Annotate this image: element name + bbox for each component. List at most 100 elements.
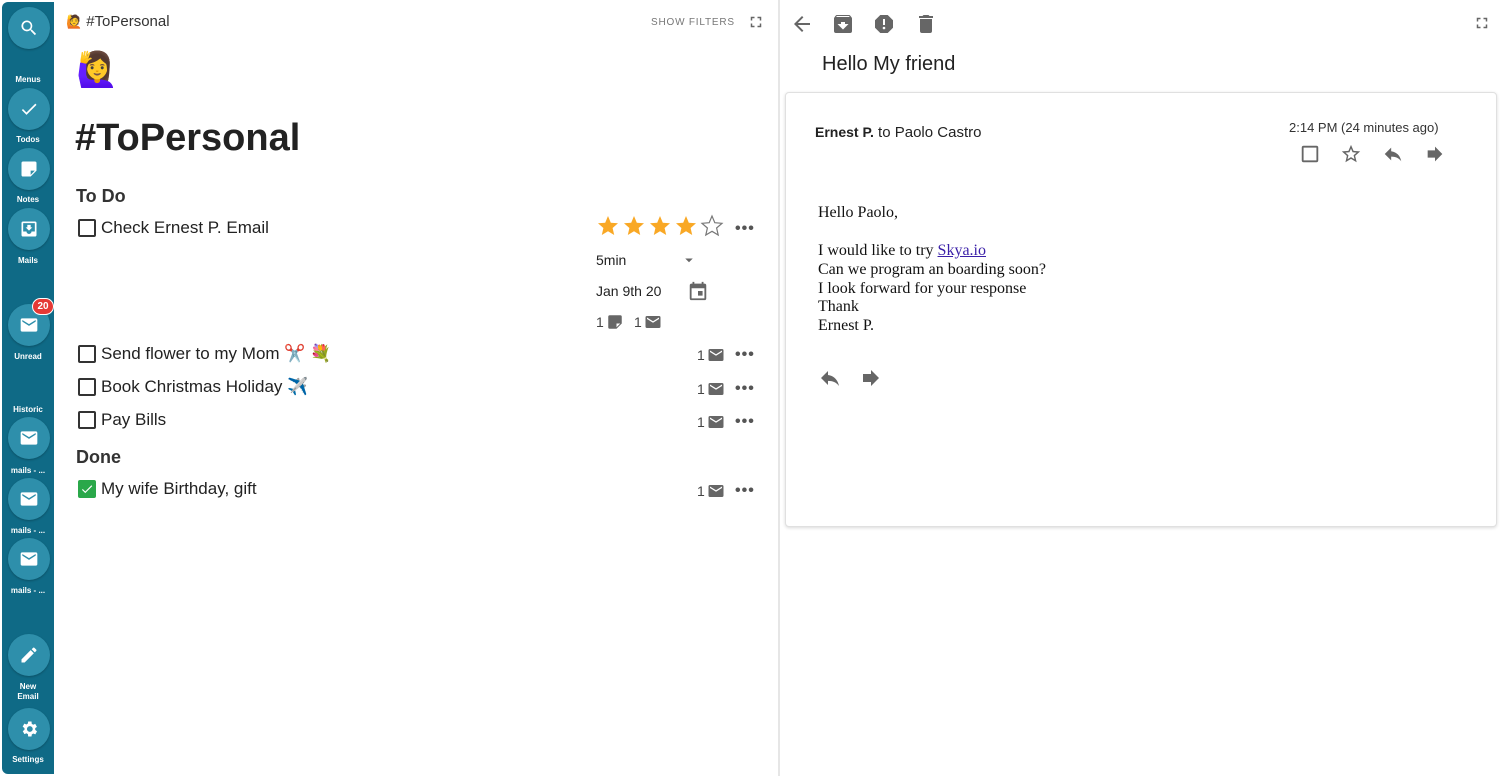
- mail-icon: [20, 492, 38, 506]
- history-mail-button-1[interactable]: [8, 417, 50, 459]
- star-button[interactable]: [1340, 143, 1362, 165]
- calendar-icon: [689, 281, 707, 301]
- todo-checkbox-checked[interactable]: [78, 480, 96, 498]
- date-picker-button[interactable]: [687, 280, 709, 302]
- todo-checkbox[interactable]: [78, 345, 96, 363]
- linked-mails-count[interactable]: 1: [697, 413, 726, 431]
- unread-label: Unread: [14, 352, 42, 361]
- linked-mails-count[interactable]: 1: [697, 346, 726, 364]
- star-filled-icon[interactable]: [648, 214, 672, 238]
- sender-name[interactable]: Ernest P.: [815, 124, 874, 140]
- mail-count: 1: [697, 483, 705, 499]
- mail-count: 1: [697, 414, 705, 430]
- skya-link[interactable]: Skya.io: [938, 242, 986, 259]
- todo-item[interactable]: Pay Bills: [78, 408, 166, 432]
- unread-count-badge: 20: [32, 298, 54, 315]
- linked-mails-count[interactable]: 1: [697, 482, 726, 500]
- list-header-title: #ToPersonal: [86, 13, 170, 30]
- linked-notes-count[interactable]: 1: [596, 313, 625, 331]
- mail-icon: [20, 318, 38, 332]
- mail-timestamp: 2:14 PM (24 minutes ago): [1289, 120, 1439, 135]
- todo-item[interactable]: Book Christmas Holiday ✈️: [78, 375, 308, 399]
- trash-icon: [919, 15, 933, 33]
- history-mail-button-3[interactable]: [8, 538, 50, 580]
- mail-from-line: Ernest P. to Paolo Castro: [815, 124, 981, 141]
- forward-bottom-button[interactable]: [858, 366, 884, 390]
- gear-icon: [22, 721, 37, 737]
- mail-body-greeting: Hello Paolo,: [818, 204, 898, 221]
- notes-label: Notes: [16, 195, 40, 204]
- todo-more-button[interactable]: •••: [735, 380, 755, 398]
- fullscreen-right-button[interactable]: [1473, 14, 1491, 32]
- done-section-heading: Done: [76, 447, 121, 467]
- settings-label: Settings: [12, 755, 44, 764]
- todo-label: Book Christmas Holiday ✈️: [101, 377, 309, 396]
- mail-body-line3: I look forward for your response: [818, 280, 1027, 297]
- mail-icon: [708, 349, 724, 361]
- linked-mails-count[interactable]: 1: [634, 313, 663, 331]
- todo-checkbox[interactable]: [78, 378, 96, 396]
- pencil-icon: [21, 647, 37, 663]
- star-filled-icon[interactable]: [596, 214, 620, 238]
- todo-more-button[interactable]: •••: [735, 482, 755, 500]
- todo-item[interactable]: Check Ernest P. Email: [78, 216, 269, 240]
- new-email-label: New Email: [2, 682, 54, 702]
- check-icon: [21, 103, 37, 115]
- select-checkbox-button[interactable]: [1299, 143, 1321, 165]
- mail-count: 1: [697, 347, 705, 363]
- rating-stars[interactable]: [596, 214, 724, 238]
- todo-section-heading: To Do: [76, 186, 126, 206]
- delete-button[interactable]: [914, 12, 938, 36]
- menus-label: Menus: [15, 75, 41, 84]
- history-label-3: mails - ...: [10, 586, 46, 595]
- todo-more-button[interactable]: •••: [735, 220, 755, 238]
- report-spam-button[interactable]: [872, 12, 896, 36]
- todos-label: Todos: [16, 135, 40, 144]
- back-button[interactable]: [790, 12, 814, 36]
- mail-body-line4: Thank: [818, 298, 859, 315]
- settings-button[interactable]: [8, 708, 50, 750]
- show-filters-button[interactable]: SHOW FILTERS: [651, 17, 735, 28]
- note-icon: [21, 161, 37, 177]
- reply-bottom-button[interactable]: [817, 366, 843, 390]
- mails-button[interactable]: [8, 208, 50, 250]
- mail-icon: [708, 416, 724, 428]
- line1-text: I would like to try: [818, 242, 938, 259]
- mail-count: 1: [697, 381, 705, 397]
- mail-body-line2: Can we program an boarding soon?: [818, 261, 1046, 278]
- new-email-button[interactable]: [8, 634, 50, 676]
- sidebar: Menus Todos Notes Mails 20 Unread Histor…: [2, 2, 54, 774]
- star-filled-icon[interactable]: [674, 214, 698, 238]
- archive-button[interactable]: [831, 12, 855, 36]
- search-button[interactable]: [8, 7, 50, 49]
- star-filled-icon[interactable]: [622, 214, 646, 238]
- star-empty-icon[interactable]: [700, 214, 724, 238]
- todo-item[interactable]: Send flower to my Mom ✂️ 💐: [78, 342, 331, 366]
- fullscreen-left-button[interactable]: [747, 13, 765, 31]
- mail-icon: [708, 485, 724, 497]
- reply-button[interactable]: [1382, 143, 1404, 165]
- done-item[interactable]: My wife Birthday, gift: [78, 477, 257, 501]
- caret-down-icon: [685, 258, 693, 263]
- todos-button[interactable]: [8, 88, 50, 130]
- linked-mails-count[interactable]: 1: [697, 380, 726, 398]
- duration-dropdown[interactable]: [680, 251, 698, 269]
- mail-icon: [20, 431, 38, 445]
- todo-more-button[interactable]: •••: [735, 346, 755, 364]
- historic-label: Historic: [13, 405, 43, 414]
- todo-checkbox[interactable]: [78, 411, 96, 429]
- forward-icon: [863, 370, 879, 386]
- history-mail-button-2[interactable]: [8, 478, 50, 520]
- todo-checkbox[interactable]: [78, 219, 96, 237]
- new-label-line2: Email: [17, 692, 39, 701]
- reply-icon: [821, 371, 839, 386]
- history-label-1: mails - ...: [10, 466, 46, 475]
- search-icon: [21, 20, 37, 36]
- forward-button[interactable]: [1424, 143, 1446, 165]
- archive-icon: [834, 14, 852, 33]
- mail-icon: [20, 552, 38, 566]
- notes-button[interactable]: [8, 148, 50, 190]
- todo-more-button[interactable]: •••: [735, 413, 755, 431]
- todo-label: Check Ernest P. Email: [101, 218, 269, 237]
- mail-icon: [645, 316, 661, 328]
